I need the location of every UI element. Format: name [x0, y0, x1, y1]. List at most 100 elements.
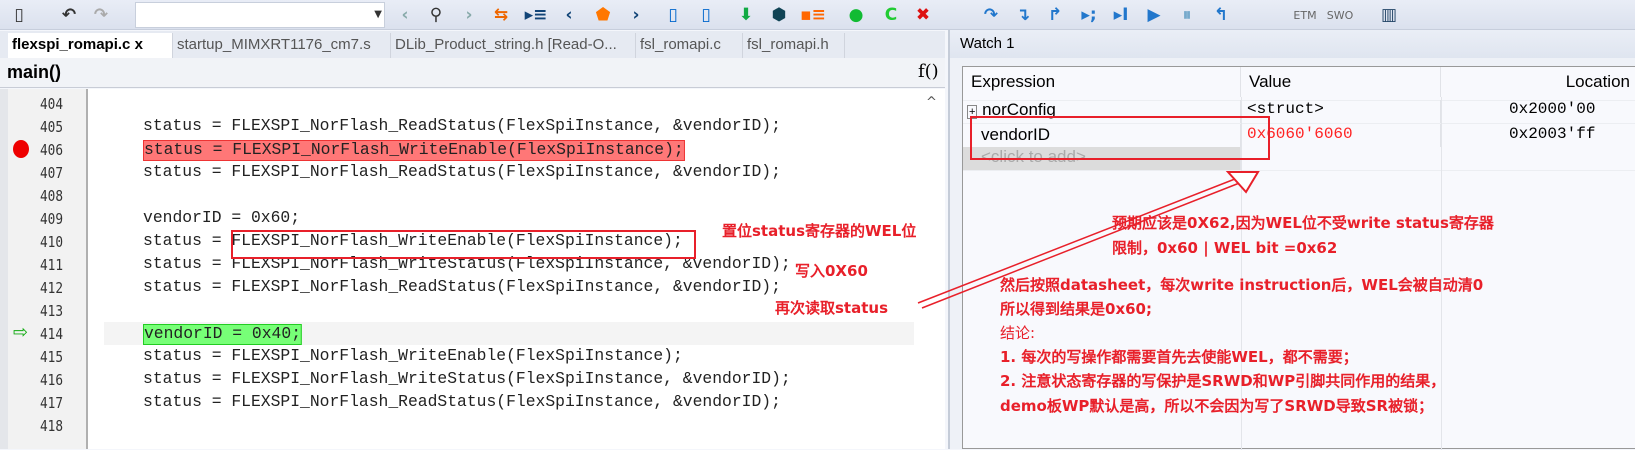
function-list-icon[interactable]: f() [918, 61, 939, 82]
watch-header: Expression Value Location [963, 67, 1635, 97]
redo-icon[interactable]: ↷ [90, 4, 112, 26]
code-line[interactable]: 408 [8, 184, 945, 207]
rebuild-icon[interactable]: C [880, 4, 902, 26]
header-expression[interactable]: Expression [963, 67, 1241, 97]
code-text: status = FLEXSPI_NorFlash_WriteEnable(Fl… [143, 140, 685, 161]
code-line[interactable]: 407 status = FLEXSPI_NorFlash_ReadStatus(… [8, 161, 945, 184]
highlight-box-writeenable [231, 230, 696, 259]
line-number: 418 [40, 417, 64, 435]
step-out-icon[interactable]: ↱ [1044, 4, 1066, 26]
search-combo[interactable]: ▼ [135, 2, 385, 28]
breakpoints-icon[interactable]: ▪≡ [800, 4, 826, 26]
highlight-box-vendorid [970, 116, 1270, 160]
stop-build-icon[interactable]: ✖ [912, 4, 934, 26]
watch-title-bar: Watch 1▼⊥✕ [950, 30, 1635, 58]
layout-icon[interactable]: ▥ [1378, 4, 1400, 26]
line-number: 416 [40, 371, 64, 389]
code-text: status = FLEXSPI_NorFlash_ReadStatus(Fle… [143, 393, 781, 412]
swo-button[interactable]: SWO [1325, 4, 1355, 26]
code-line[interactable]: 417 status = FLEXSPI_NorFlash_ReadStatus(… [8, 391, 945, 414]
next-statement-icon[interactable]: ▸; [1078, 4, 1100, 26]
line-number: 405 [40, 118, 64, 136]
undo-icon[interactable]: ↶ [58, 4, 80, 26]
nav-forward-icon[interactable]: › [458, 4, 480, 26]
annotation-c2: 2. 注意状态寄存器的写保护是SRWD和WP引脚共同作用的结果， [1000, 372, 1446, 390]
run-to-cursor-icon[interactable]: ▸I [1110, 4, 1132, 26]
toolbar: ▯ ↶ ↷ ▼ ‹ ⚲ › ⇆ ▸≡ ‹ ⬟ › ▯ ▯ ⬇ ⬢ ▪≡ ● C … [0, 0, 1635, 30]
new-file-icon[interactable]: ▯ [8, 4, 30, 26]
code-text: status = FLEXSPI_NorFlash_ReadStatus(Fle… [143, 278, 781, 297]
function-selector[interactable]: main() [7, 62, 61, 83]
code-line[interactable]: ⇨ 414 vendorID = 0x40; [8, 322, 945, 345]
annotation-c1: 1. 每次的写操作都需要首先去使能WEL，都不需要； [1000, 348, 1358, 366]
annotation-c3: demo板WP默认是高，所以不会因为写了SRWD导致SR被锁； [1000, 397, 1434, 415]
annotation-conclusion: 结论: [1000, 324, 1036, 342]
etm-button[interactable]: ETM [1290, 4, 1320, 26]
tab-dlib[interactable]: DLib_Product_string.h [Read-O... [391, 33, 636, 58]
tab-label: flexspi_romapi.c [12, 36, 131, 53]
toggle-icon[interactable]: ⇆ [490, 4, 512, 26]
prev-icon[interactable]: ‹ [558, 4, 580, 26]
bookmark-flag-icon[interactable]: ⬟ [592, 4, 614, 26]
make-icon[interactable]: ● [845, 4, 867, 26]
annotation-wel: 置位status寄存器的WEL位 [722, 222, 917, 240]
code-line[interactable]: 418 [8, 414, 945, 437]
current-statement-arrow-icon: ⇨ [13, 322, 29, 343]
code-line[interactable]: 416 status = FLEXSPI_NorFlash_WriteStatus… [8, 368, 945, 391]
header-location[interactable]: Location [1441, 67, 1635, 97]
break-icon[interactable]: ⏸ [1176, 4, 1198, 26]
tab-fsl-romapi-c[interactable]: fsl_romapi.c [636, 33, 743, 58]
tab-startup[interactable]: startup_MIMXRT1176_cm7.s [173, 33, 391, 58]
value: 0x6060'6060 [1241, 124, 1441, 147]
bookmark-icon[interactable]: ▸≡ [525, 4, 548, 26]
go-icon[interactable]: ▶ [1143, 4, 1165, 26]
code-text: vendorID = 0x60; [143, 209, 301, 228]
line-number: 410 [40, 233, 64, 251]
code-text: status = FLEXSPI_NorFlash_WriteEnable(Fl… [143, 347, 683, 366]
line-number: 411 [40, 256, 64, 274]
line-number: 414 [40, 325, 64, 343]
line-number: 404 [40, 95, 64, 113]
tab-flexspi-romapi[interactable]: flexspi_romapi.c x [8, 33, 173, 58]
annotation-expect-1: 预期应该是0X62,因为WEL位不受write status寄存器 [1112, 214, 1494, 232]
code-text: vendorID = 0x40; [143, 324, 302, 345]
nav-back-icon[interactable]: ‹ [394, 4, 416, 26]
line-number: 413 [40, 302, 64, 320]
code-line[interactable]: 405 status = FLEXSPI_NorFlash_ReadStatus(… [8, 115, 945, 138]
code-text: status = FLEXSPI_NorFlash_WriteStatus(Fl… [143, 370, 791, 389]
annotation-expect-2: 限制，0x60 | WEL bit =0x62 [1112, 239, 1338, 257]
next-bookmark-icon[interactable]: ▯ [695, 4, 717, 26]
watch-title: Watch 1 [960, 35, 1015, 52]
code-text: status = FLEXSPI_NorFlash_ReadStatus(Fle… [143, 117, 781, 136]
step-into-icon[interactable]: ↴ [1012, 4, 1034, 26]
line-number: 409 [40, 210, 64, 228]
line-number: 406 [40, 141, 64, 159]
next-icon[interactable]: › [625, 4, 647, 26]
location: 0x2003'ff [1509, 125, 1596, 143]
code-line[interactable]: 406 status = FLEXSPI_NorFlash_WriteEnable… [8, 138, 945, 161]
annotation-then-1: 然后按照datasheet，每次write instruction后，WEL会被… [1000, 276, 1484, 294]
function-bar: main() f() [0, 58, 945, 88]
header-value[interactable]: Value [1241, 67, 1441, 97]
find-icon[interactable]: ⚲ [425, 4, 447, 26]
prev-bookmark-icon[interactable]: ▯ [662, 4, 684, 26]
download-debug-icon[interactable]: ⬢ [768, 4, 790, 26]
line-number: 415 [40, 348, 64, 366]
breakpoint-icon[interactable] [13, 140, 29, 158]
editor-tabs: flexspi_romapi.c x startup_MIMXRT1176_cm… [0, 31, 945, 82]
value: <struct> [1241, 100, 1441, 123]
line-number: 412 [40, 279, 64, 297]
step-over-icon[interactable]: ↷ [980, 4, 1002, 26]
line-number: 408 [40, 187, 64, 205]
location: 0x2000'00 [1509, 100, 1596, 118]
download-icon[interactable]: ⬇ [735, 4, 757, 26]
code-line[interactable]: 415 status = FLEXSPI_NorFlash_WriteEnable… [8, 345, 945, 368]
code-line[interactable]: 404 [8, 92, 945, 115]
annotation-read: 再次读取status [775, 299, 888, 317]
annotation-then-2: 所以得到结果是0x60; [1000, 300, 1152, 318]
chevron-down-icon[interactable]: ▼ [374, 9, 382, 20]
tab-fsl-romapi-h[interactable]: fsl_romapi.h [743, 33, 845, 58]
code-text: status = FLEXSPI_NorFlash_ReadStatus(Fle… [143, 163, 781, 182]
close-icon[interactable]: x [135, 36, 143, 53]
reset-icon[interactable]: ↰ [1210, 4, 1232, 26]
